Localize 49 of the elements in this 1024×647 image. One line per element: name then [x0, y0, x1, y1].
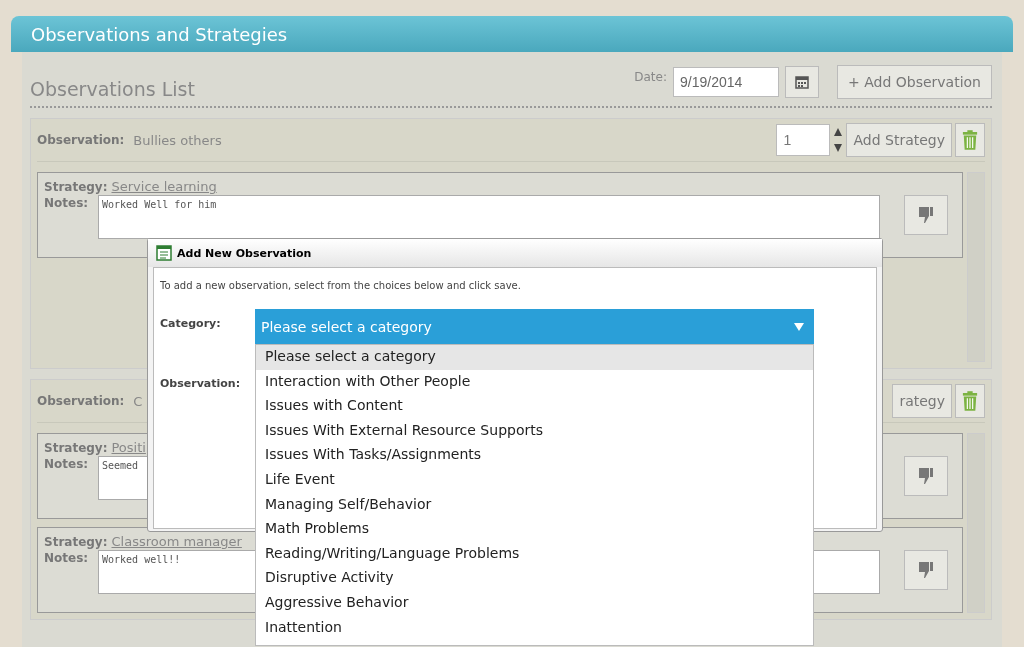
notes-label: Notes: — [44, 456, 90, 472]
strategy-label: Strategy: — [44, 534, 108, 550]
dislike-button[interactable] — [904, 550, 948, 590]
header-title: Observations and Strategies — [31, 23, 288, 45]
dropdown-option[interactable]: Issues With External Resource Supports — [256, 418, 813, 444]
dropdown-option[interactable]: Math Problems — [256, 517, 813, 542]
thumbs-down-icon — [918, 206, 934, 224]
category-label: Category: — [160, 317, 221, 330]
dialog-title: Add New Observation — [177, 246, 312, 260]
add-observation-button[interactable]: + Add Observation — [837, 65, 992, 99]
strategy-label: Strategy: — [44, 179, 108, 195]
strategy-label: Strategy: — [44, 440, 108, 456]
dropdown-option[interactable]: Interaction with Other People — [256, 369, 813, 395]
trash-icon — [962, 129, 978, 151]
caret-icon — [794, 322, 804, 331]
trash-icon — [962, 390, 978, 412]
dropdown-option[interactable]: Issues with Content — [256, 394, 813, 419]
dropdown-option[interactable]: Inattention — [256, 615, 813, 641]
observation-label: Observation: — [37, 133, 125, 147]
notes-label: Notes: — [44, 195, 90, 211]
observation-label: Observation: — [37, 394, 125, 408]
calendar-button[interactable] — [785, 66, 819, 98]
dislike-button[interactable] — [904, 456, 948, 496]
thumbs-down-icon — [918, 561, 934, 579]
form-icon — [156, 245, 172, 261]
date-field[interactable]: 9/19/2014 — [673, 67, 779, 97]
dropdown-option[interactable]: Life Event — [256, 467, 813, 493]
intro-text: To add a new observation, select from the choices below and click save. — [160, 280, 522, 291]
add-strategy-button[interactable]: Add Strategy — [846, 123, 952, 157]
add-strategy-button[interactable]: rategy — [892, 384, 952, 418]
notes-field[interactable]: Worked Well for him — [98, 195, 880, 239]
dropdown-option[interactable]: Please select a category — [256, 345, 813, 370]
dropdown-option[interactable]: Managing Self/Behavior — [256, 492, 813, 518]
dropdown-option[interactable]: Issues With Tasks/Assignments — [256, 443, 813, 468]
dropdown-option[interactable]: Aggressive Behavior — [256, 590, 813, 616]
notes-label: Notes: — [44, 550, 90, 566]
delete-button[interactable] — [955, 123, 985, 157]
observation-text: C — [133, 393, 143, 409]
calendar-icon — [795, 75, 809, 89]
observation-field-label: Observation: — [160, 377, 241, 390]
delete-button[interactable] — [955, 384, 985, 418]
dislike-button[interactable] — [904, 195, 948, 235]
observation-text: Bullies others — [133, 132, 222, 148]
thumbs-down-icon — [918, 467, 934, 485]
date-label: Date: — [634, 70, 667, 84]
dropdown-option[interactable]: Disruptive Activity — [256, 566, 813, 591]
count-field[interactable]: 1 — [776, 124, 831, 156]
dropdown-option[interactable]: Reading/Writing/Language Problems — [256, 541, 813, 567]
list-title: Observations List — [30, 78, 195, 100]
